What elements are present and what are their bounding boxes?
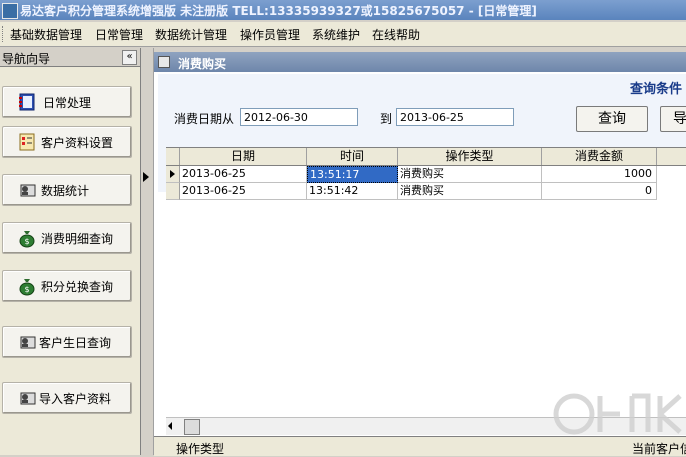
menu-help[interactable]: 在线帮助 [372, 26, 420, 43]
menu-basic-data[interactable]: 基础数据管理 [10, 26, 82, 43]
nav-item-import-customers[interactable]: 导入客户资料 [2, 382, 132, 414]
column-header-time[interactable]: 时间 [307, 148, 398, 165]
nav-title: 导航向导 [2, 52, 51, 66]
date-to-input[interactable] [396, 108, 514, 126]
cell-type[interactable]: 消费购买 [398, 183, 542, 200]
cell-date[interactable]: 2013-06-25 [180, 183, 307, 200]
nav-item-points-query[interactable]: $ 积分兑换查询 [2, 270, 132, 302]
splitter-arrow-icon[interactable] [143, 172, 149, 182]
cell-amount[interactable]: 0 [542, 183, 657, 200]
svg-text:$: $ [24, 237, 29, 246]
search-button[interactable]: 查询 [576, 106, 648, 132]
app-icon [2, 3, 18, 19]
nav-item-customer-settings[interactable]: 客户资料设置 [2, 126, 132, 158]
scroll-thumb[interactable] [184, 419, 200, 435]
column-header-blank [657, 148, 686, 165]
menu-daily[interactable]: 日常管理 [95, 26, 143, 43]
nav-item-daily[interactable]: 日常处理 [2, 86, 132, 118]
close-icon[interactable] [158, 56, 170, 68]
nav-item-label: 积分兑换查询 [41, 280, 114, 294]
nav-header: 导航向导 « [0, 48, 140, 67]
export-button[interactable]: 导 [660, 106, 686, 132]
row-indicator[interactable] [166, 183, 180, 200]
nav-item-statistics[interactable]: 数据统计 [2, 174, 132, 206]
cell-type[interactable]: 消费购买 [398, 166, 542, 183]
nav-collapse-button[interactable]: « [122, 50, 137, 65]
nav-panel: 导航向导 « 日常处理 客户资料设置 数据统计 $ 消费明细查询 $ 积分兑换查… [0, 48, 141, 455]
nav-item-label: 导入客户资料 [39, 392, 112, 406]
panel-tab[interactable]: 消费购买 [154, 52, 686, 72]
date-to-label: 到 [380, 112, 393, 126]
cell-date[interactable]: 2013-06-25 [180, 166, 307, 183]
money-bag-icon: $ [19, 279, 35, 296]
cell-time[interactable]: 13:51:42 [307, 183, 398, 200]
nav-item-label: 客户生日查询 [39, 336, 112, 350]
nav-item-label: 消费明细查询 [41, 232, 114, 246]
money-bag-icon: $ [19, 231, 35, 248]
scroll-left-icon[interactable] [168, 422, 172, 430]
menu-statistics[interactable]: 数据统计管理 [155, 26, 227, 43]
splitter[interactable] [141, 48, 154, 455]
nav-item-label: 数据统计 [41, 184, 90, 198]
column-header-date[interactable]: 日期 [180, 148, 307, 165]
watermark-logo-icon [553, 393, 682, 435]
nav-item-birthday-query[interactable]: 客户生日查询 [2, 326, 132, 358]
nav-item-label: 客户资料设置 [41, 136, 114, 150]
notebook-icon [19, 93, 35, 111]
status-right: 当前客户信 [632, 442, 686, 456]
menu-operators[interactable]: 操作员管理 [240, 26, 300, 43]
checklist-icon [19, 133, 35, 151]
header-indicator [166, 148, 180, 165]
panel-tab-label: 消费购买 [178, 57, 227, 71]
svg-text:$: $ [24, 285, 29, 294]
menu-grip [2, 26, 6, 42]
nav-item-consumption-query[interactable]: $ 消费明细查询 [2, 222, 132, 254]
user-card-icon [20, 392, 36, 405]
column-header-amount[interactable]: 消费金额 [542, 148, 657, 165]
query-title: 查询条件 [629, 82, 682, 97]
date-from-label: 消费日期从 [174, 112, 235, 126]
user-card-icon [20, 184, 36, 197]
status-left: 操作类型 [176, 442, 225, 456]
row-indicator[interactable] [166, 166, 180, 183]
column-header-type[interactable]: 操作类型 [398, 148, 542, 165]
cell-amount[interactable]: 1000 [542, 166, 657, 183]
title-bar: 易达客户积分管理系统增强版 未注册版 TELL:13335939327或1582… [0, 0, 686, 20]
window-title: 易达客户积分管理系统增强版 未注册版 TELL:13335939327或1582… [20, 4, 537, 18]
date-from-input[interactable] [240, 108, 358, 126]
cell-time[interactable]: 13:51:17 [307, 166, 398, 183]
user-card-icon [20, 336, 36, 349]
nav-item-label: 日常处理 [43, 96, 92, 110]
menu-bar: 基础数据管理 日常管理 数据统计管理 操作员管理 系统维护 在线帮助 [0, 22, 686, 47]
current-row-icon [170, 170, 175, 178]
menu-maintenance[interactable]: 系统维护 [312, 26, 360, 43]
grid-header: 日期 时间 操作类型 消费金额 [166, 148, 686, 166]
